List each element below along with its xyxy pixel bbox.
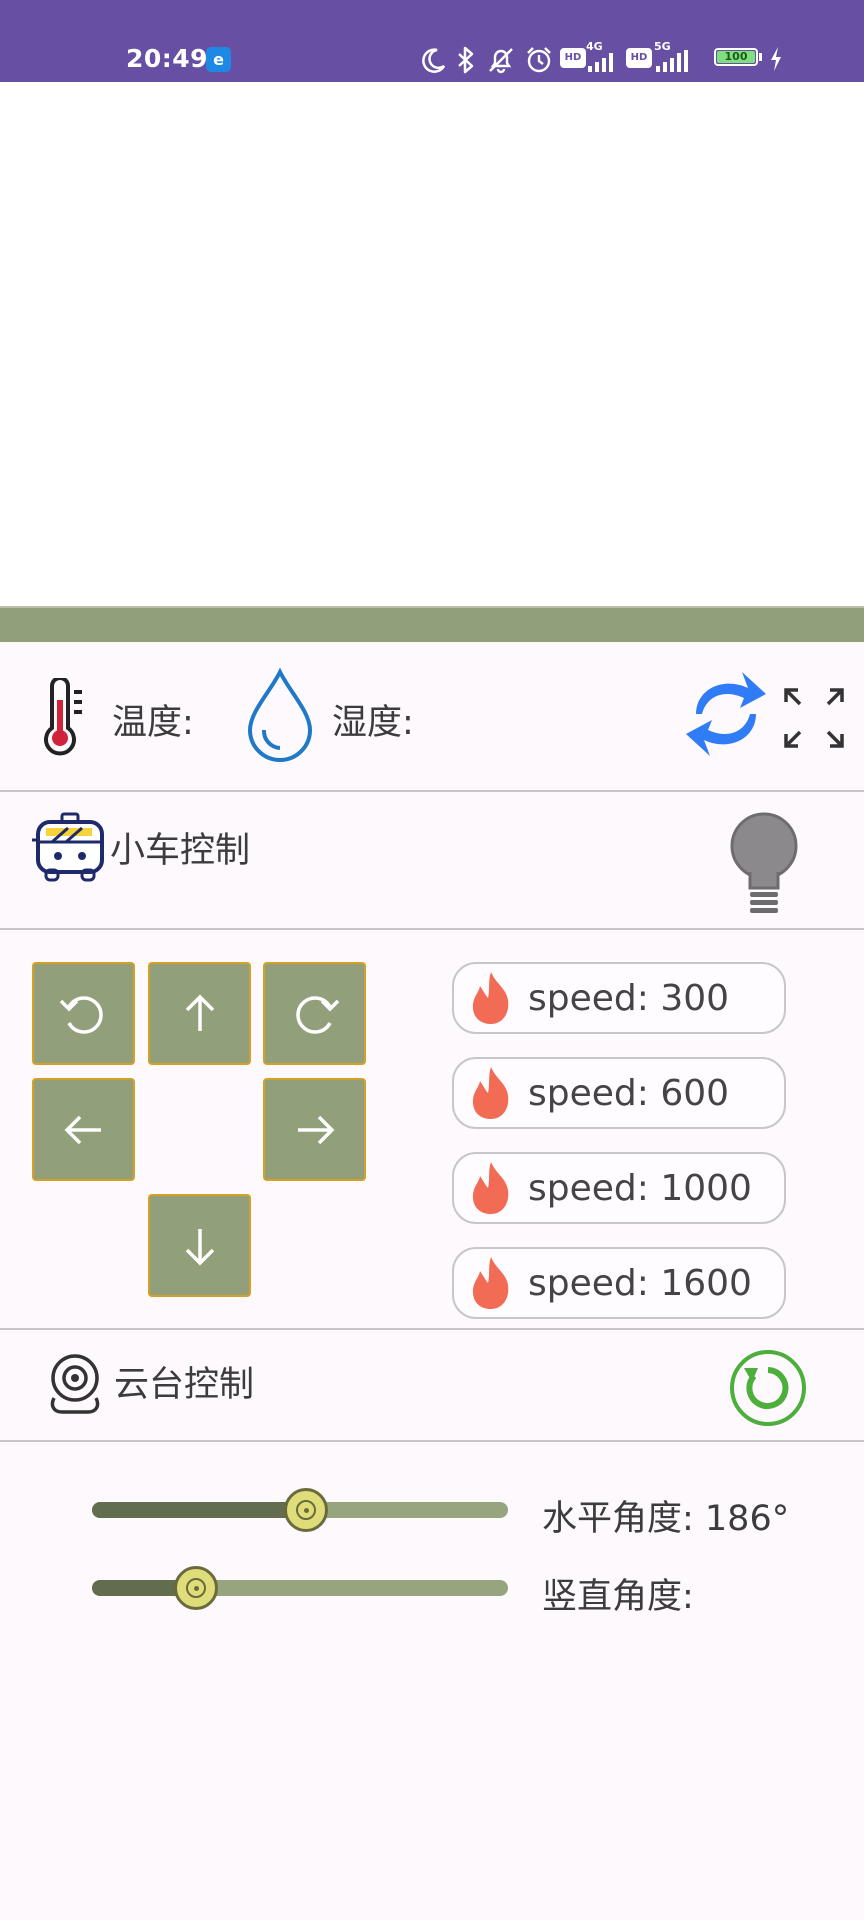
temperature-label: 温度: (112, 703, 194, 743)
divider (0, 928, 864, 930)
light-bulb-icon[interactable] (726, 812, 802, 918)
status-time: 20:49 (126, 44, 209, 73)
car-control-title: 小车控制 (110, 831, 251, 871)
charging-icon (771, 47, 781, 71)
horizontal-angle-slider[interactable] (92, 1488, 508, 1532)
battery-icon: 100 (714, 48, 758, 66)
speed-600-button[interactable]: speed: 600 (452, 1057, 786, 1129)
camera-video-view[interactable] (0, 82, 864, 606)
flame-icon (472, 1162, 509, 1214)
flame-icon (472, 1067, 509, 1119)
flame-icon (472, 972, 509, 1024)
divider (0, 1328, 864, 1330)
status-icons: HD 4G HD 5G 100 (414, 40, 864, 80)
app-notification-icon: e (206, 47, 231, 72)
rotate-right-button[interactable] (263, 962, 366, 1065)
water-drop-icon (247, 668, 313, 762)
arrow-down-icon (185, 1228, 214, 1265)
signal-icon (588, 53, 613, 72)
video-bottom-bar (0, 606, 864, 642)
rotate-right-icon (295, 995, 339, 1034)
divider (0, 1440, 864, 1442)
speed-label: speed: 600 (528, 1072, 730, 1114)
bluetooth-icon (458, 46, 474, 74)
signal-icon-2 (656, 50, 688, 72)
forward-button[interactable] (148, 962, 251, 1065)
bell-off-icon (489, 48, 513, 74)
horizontal-angle-label: 水平角度: 186° (542, 1499, 790, 1539)
gimbal-control-title: 云台控制 (114, 1365, 255, 1405)
slider-fill (92, 1502, 306, 1518)
reset-icon[interactable] (728, 1348, 808, 1428)
flame-icon (472, 1257, 509, 1309)
speed-300-button[interactable]: speed: 300 (452, 962, 786, 1034)
battery-tip (759, 53, 762, 61)
rotate-left-button[interactable] (32, 962, 135, 1065)
speed-label: speed: 1600 (528, 1262, 752, 1304)
speed-label: speed: 1000 (528, 1167, 752, 1209)
humidity-label: 湿度: (332, 703, 414, 743)
battery-level: 100 (717, 51, 755, 63)
vertical-angle-label: 竖直角度: (542, 1577, 694, 1617)
refresh-icon[interactable] (682, 662, 770, 766)
camera-icon (50, 1354, 100, 1414)
rotate-left-icon (59, 995, 103, 1034)
right-button[interactable] (263, 1078, 366, 1181)
alarm-icon (527, 47, 551, 73)
arrow-left-icon (64, 1115, 101, 1144)
fullscreen-icon[interactable] (780, 684, 848, 752)
hd-badge: HD (560, 48, 586, 68)
slider-thumb[interactable] (174, 1566, 218, 1610)
backward-button[interactable] (148, 1194, 251, 1297)
arrow-up-icon (185, 994, 214, 1031)
slider-thumb[interactable] (284, 1488, 328, 1532)
robot-car-icon (32, 812, 104, 882)
arrow-right-icon (297, 1115, 334, 1144)
moon-icon (422, 48, 446, 73)
left-button[interactable] (32, 1078, 135, 1181)
hd-badge-2: HD (626, 48, 652, 68)
thermometer-icon (44, 678, 82, 756)
speed-1600-button[interactable]: speed: 1600 (452, 1247, 786, 1319)
status-bar: 20:49 e HD 4G HD 5G 100 (0, 0, 864, 82)
divider (0, 790, 864, 792)
speed-label: speed: 300 (528, 977, 730, 1019)
vertical-angle-slider[interactable] (92, 1566, 508, 1610)
speed-1000-button[interactable]: speed: 1000 (452, 1152, 786, 1224)
